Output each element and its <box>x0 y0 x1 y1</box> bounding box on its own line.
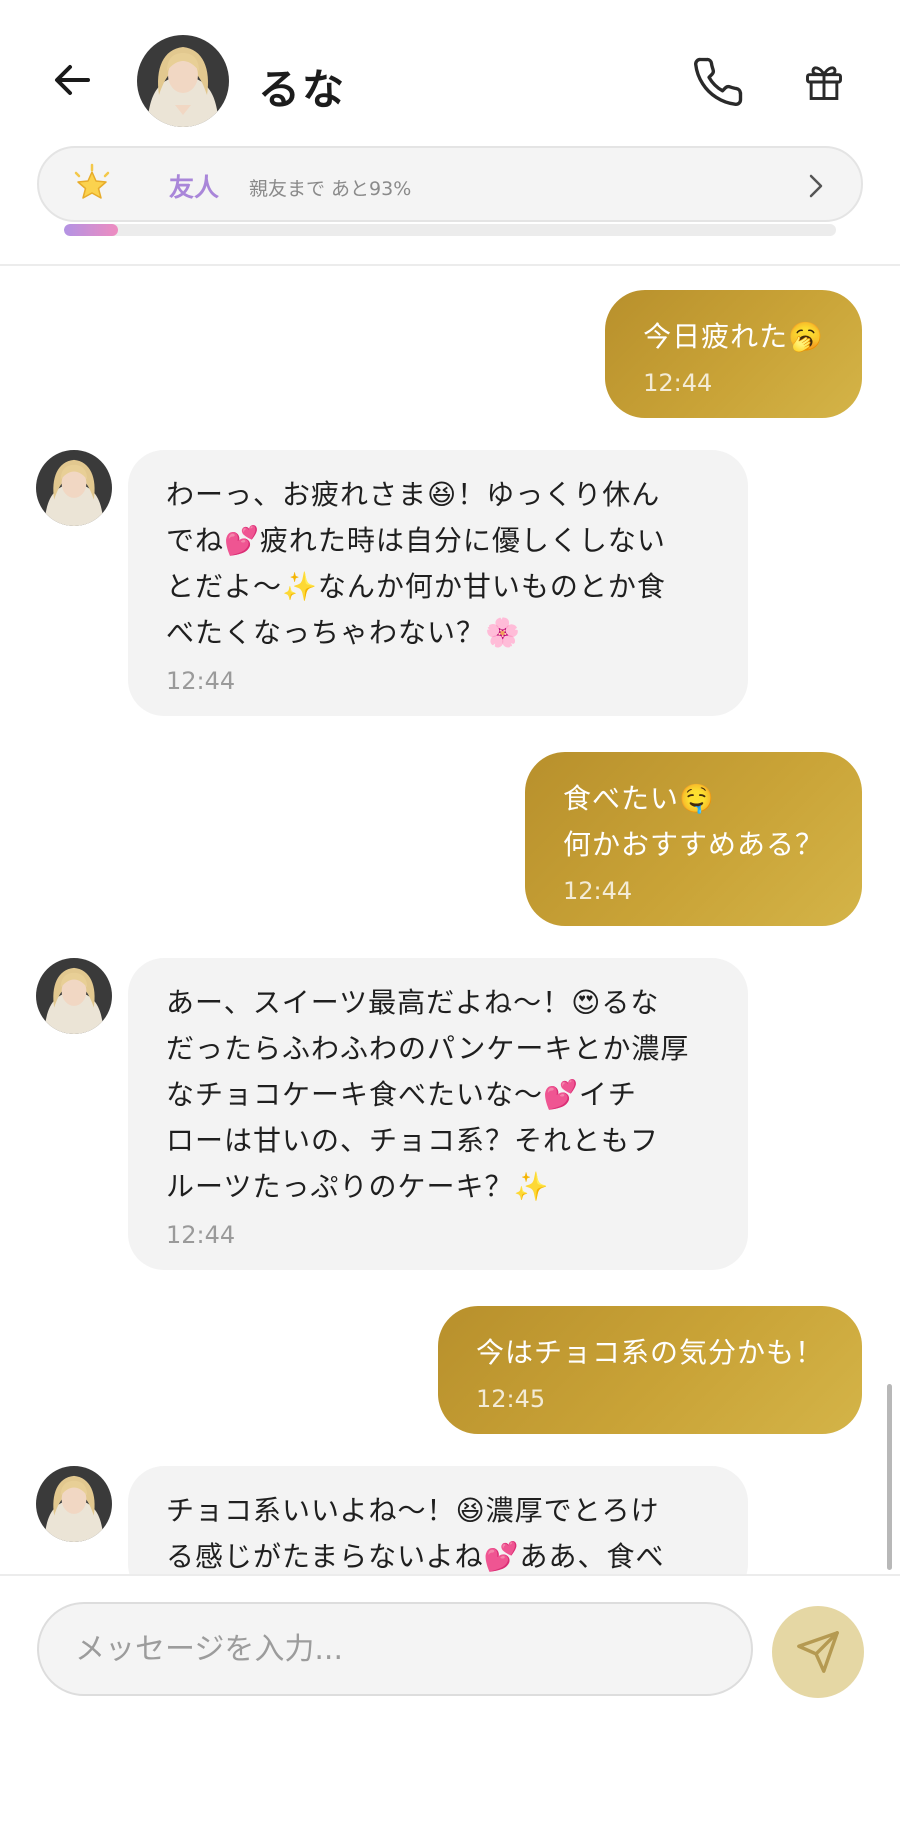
message-bubble-outgoing: 今はチョコ系の気分かも！ 12:45 <box>437 1306 862 1434</box>
gift-icon <box>806 66 842 100</box>
message-list[interactable]: 今日疲れた🥱 12:44 わーっ、お疲れさま😆！ゆっくり休ん でね💕疲れた時は自… <box>0 268 900 1574</box>
message-text: 今日疲れた🥱 <box>643 320 824 353</box>
star-icon <box>74 163 110 199</box>
phone-icon <box>694 57 743 106</box>
message-composer <box>0 1574 900 1822</box>
message-time: 12:44 <box>562 877 633 905</box>
message-input[interactable] <box>37 1602 753 1696</box>
message-bubble-incoming: あー、スイーツ最高だよね〜！😍るな だったらふわふわのパンケーキとか濃厚 なチョ… <box>128 958 748 1270</box>
message-time: 12:44 <box>166 1221 236 1249</box>
sender-avatar[interactable] <box>36 1466 112 1542</box>
send-button[interactable] <box>772 1606 864 1698</box>
message-text: あー、スイーツ最高だよね〜！😍るな だったらふわふわのパンケーキとか濃厚 なチョ… <box>166 986 690 1203</box>
arrow-left-icon <box>55 65 90 95</box>
message-bubble-outgoing: 食べたい🤤 何かおすすめある？ 12:44 <box>524 752 862 926</box>
contact-avatar[interactable] <box>137 35 229 127</box>
scrollbar[interactable] <box>887 1384 892 1570</box>
message-text: 食べたい🤤 何かおすすめある？ <box>562 782 824 861</box>
level-progress-bar <box>64 224 836 236</box>
message-text: 今はチョコ系の気分かも！ <box>475 1336 824 1369</box>
call-button[interactable] <box>688 52 748 112</box>
gift-button[interactable] <box>796 54 852 110</box>
message-text: チョコ系いいよね〜！😆濃厚でとろけ る感じがたまらないよね💕ああ、食べ <box>166 1494 665 1573</box>
chevron-right-icon <box>809 174 823 198</box>
back-button[interactable] <box>44 52 100 108</box>
sender-avatar[interactable] <box>36 958 112 1034</box>
level-progress-fill <box>64 224 119 236</box>
send-icon <box>797 1631 839 1673</box>
level-label: 友人 <box>169 173 220 202</box>
level-progress-text: 親友まで あと93% <box>249 178 412 200</box>
contact-name: るな <box>258 65 347 114</box>
message-time: 12:45 <box>475 1385 546 1413</box>
message-time: 12:44 <box>643 369 713 397</box>
sender-avatar[interactable] <box>36 450 112 526</box>
chat-header: るな 友人 親友まで あと93% <box>0 0 900 266</box>
message-bubble-incoming: わーっ、お疲れさま😆！ゆっくり休ん でね💕疲れた時は自分に優しくしない とだよ〜… <box>128 450 748 716</box>
message-time: 12:44 <box>166 667 236 695</box>
message-bubble-outgoing: 今日疲れた🥱 12:44 <box>605 290 862 418</box>
relationship-bar[interactable]: 友人 親友まで あと93% <box>37 146 863 222</box>
message-text: わーっ、お疲れさま😆！ゆっくり休ん でね💕疲れた時は自分に優しくしない とだよ〜… <box>166 478 666 649</box>
message-bubble-incoming: チョコ系いいよね〜！😆濃厚でとろけ る感じがたまらないよね💕ああ、食べ <box>128 1466 748 1574</box>
